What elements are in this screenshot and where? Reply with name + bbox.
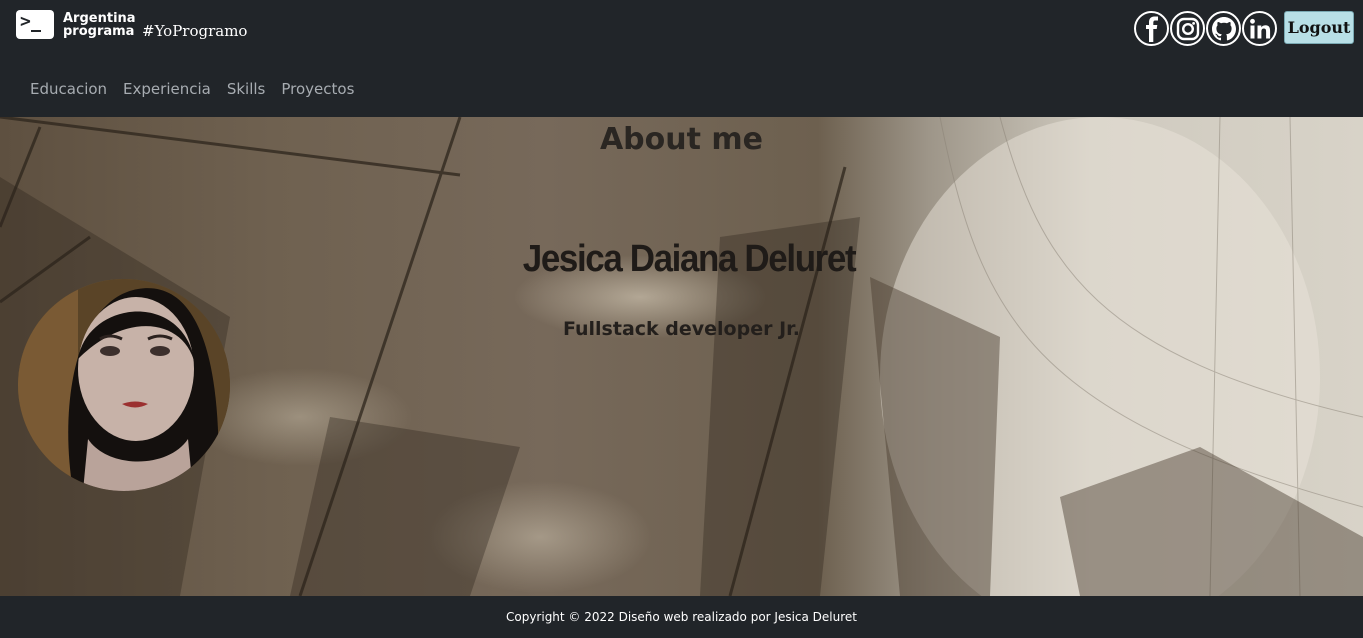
brand-logo[interactable]: > Argentina programa xyxy=(16,10,136,39)
nav-item-experiencia[interactable]: Experiencia xyxy=(123,79,211,99)
about-section: About me Jesica Daiana Deluret Fullstack… xyxy=(0,117,1363,596)
footer: Copyright © 2022 Diseño web realizado po… xyxy=(0,596,1363,638)
instagram-icon[interactable] xyxy=(1170,11,1205,46)
about-title: About me xyxy=(599,122,764,157)
copyright-text: Copyright © 2022 Diseño web realizado po… xyxy=(505,610,858,624)
facebook-icon[interactable] xyxy=(1134,11,1169,46)
hashtag-label: #YoProgramo xyxy=(142,22,248,40)
brand-text: Argentina programa xyxy=(63,12,136,38)
avatar xyxy=(18,279,230,491)
terminal-icon: > xyxy=(16,10,54,39)
brand-line-2: programa xyxy=(63,23,135,39)
nav-item-proyectos[interactable]: Proyectos xyxy=(281,79,354,99)
logout-button[interactable]: Logout xyxy=(1284,11,1354,44)
nav-item-skills[interactable]: Skills xyxy=(227,79,266,99)
github-icon[interactable] xyxy=(1206,11,1241,46)
nav-item-educacion[interactable]: Educacion xyxy=(30,79,107,99)
profile-name: Jesica Daiana Deluret xyxy=(522,238,857,280)
top-navbar: > Argentina programa #YoProgramo Logout … xyxy=(0,0,1363,117)
avatar-portrait xyxy=(18,279,230,491)
brand-line-1: Argentina xyxy=(63,10,136,26)
section-nav: Educacion Experiencia Skills Proyectos xyxy=(30,79,370,99)
linkedin-icon[interactable] xyxy=(1242,11,1277,46)
social-links xyxy=(1134,11,1277,46)
